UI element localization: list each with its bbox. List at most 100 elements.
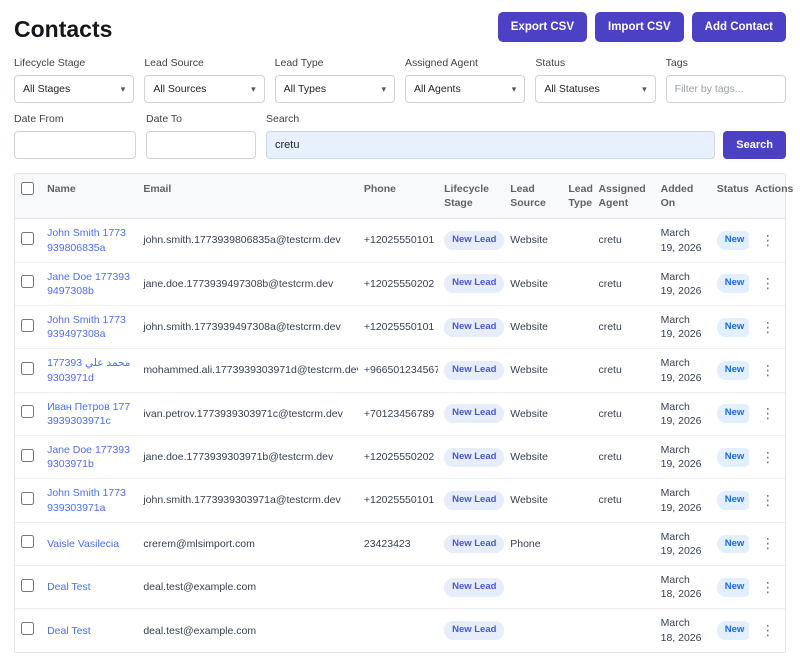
contact-name-link[interactable]: Jane Doe 1773939303971b [47, 443, 131, 471]
lifecycle-badge: New Lead [444, 274, 505, 294]
row-actions-button[interactable]: ⋮ [755, 489, 781, 512]
email-cell: deal.test@example.com [143, 624, 257, 637]
lifecycle-stage-value: All Stages [23, 83, 71, 95]
lead-type-label: Lead Type [274, 57, 324, 69]
import-csv-button[interactable]: Import CSV [595, 12, 684, 42]
lead-type-cell [562, 435, 593, 480]
row-checkbox[interactable] [21, 231, 34, 245]
lead-type-cell [562, 262, 593, 307]
status-select[interactable]: All Statuses ▾ [535, 75, 656, 103]
lead-source-select[interactable]: All Sources ▾ [144, 75, 265, 103]
row-checkbox[interactable] [21, 578, 34, 592]
lead-source-cell: Website [504, 348, 563, 393]
row-actions-button[interactable]: ⋮ [755, 532, 781, 555]
lead-type-cell [562, 522, 593, 567]
contact-name-link[interactable]: Vaisle Vasilecia [47, 537, 131, 551]
contact-name-link[interactable]: John Smith 1773939497308a [47, 313, 131, 341]
table-row: John Smith 1773939806835a john.smith.177… [15, 218, 785, 263]
phone-cell: +12025550101 [357, 218, 439, 263]
status-badge: New [716, 404, 749, 424]
row-checkbox[interactable] [21, 448, 34, 462]
lifecycle-stage-select[interactable]: All Stages ▾ [14, 75, 135, 103]
agent-cell: cretu [592, 218, 655, 263]
row-checkbox[interactable] [21, 405, 34, 419]
row-checkbox[interactable] [21, 361, 34, 375]
contact-name-link[interactable]: John Smith 1773939806835a [47, 226, 131, 254]
lifecycle-badge: New Lead [444, 404, 505, 424]
row-actions-button[interactable]: ⋮ [755, 316, 781, 339]
lead-source-cell: Website [504, 218, 563, 263]
lifecycle-badge: New Lead [444, 317, 505, 337]
date-to-input[interactable] [146, 131, 256, 159]
agent-cell: cretu [592, 305, 655, 350]
lead-source-cell: Website [504, 478, 563, 523]
phone-cell: 23423423 [357, 522, 439, 567]
date-from-input[interactable] [14, 131, 136, 159]
row-actions-button[interactable]: ⋮ [755, 402, 781, 425]
row-checkbox[interactable] [21, 275, 34, 289]
added-on-cell: March 18, 2026 [654, 565, 711, 610]
lifecycle-badge: New Lead [444, 361, 505, 380]
tags-input[interactable] [665, 75, 786, 103]
lead-source-value: All Sources [153, 83, 207, 95]
search-button[interactable]: Search [723, 131, 786, 159]
contact-name-link[interactable]: Deal Test [47, 580, 131, 594]
lifecycle-badge: New Lead [444, 491, 505, 510]
table-row: John Smith 1773939497308a john.smith.177… [15, 305, 785, 350]
status-badge: New [716, 534, 749, 554]
header-status: Status [710, 174, 749, 220]
row-actions-button[interactable]: ⋮ [755, 446, 781, 469]
phone-cell: +966501234567 [357, 348, 439, 393]
table-header-row: Name Email Phone Lifecycle Stage Lead So… [15, 174, 793, 220]
row-checkbox[interactable] [21, 622, 34, 636]
row-actions-button[interactable]: ⋮ [755, 359, 781, 382]
status-badge: New [716, 621, 749, 641]
contact-name-link[interactable]: Иван Петров 1773939303971c [47, 400, 131, 428]
header-buttons: Export CSV Import CSV Add Contact [497, 12, 786, 42]
email-cell: john.smith.1773939497308a@testcrm.dev [137, 305, 358, 350]
contact-name-link[interactable]: Jane Doe 1773939497308b [47, 270, 131, 298]
row-checkbox[interactable] [21, 535, 34, 549]
lifecycle-badge: New Lead [444, 577, 505, 597]
status-badge: New [716, 231, 749, 250]
lead-type-select[interactable]: All Types ▾ [274, 75, 395, 103]
status-badge: New [716, 317, 749, 337]
table-row: Vaisle Vasilecia crerem@mlsimport.com 23… [15, 522, 785, 567]
assigned-agent-select[interactable]: All Agents ▾ [405, 75, 526, 103]
add-contact-button[interactable]: Add Contact [691, 12, 786, 42]
header-lifecycle-stage: Lifecycle Stage [438, 174, 505, 220]
row-actions-button[interactable]: ⋮ [755, 619, 781, 642]
chevron-down-icon: ▾ [642, 83, 647, 94]
lead-type-cell [562, 609, 592, 652]
phone-cell: +12025550101 [357, 305, 439, 350]
select-all-checkbox[interactable] [21, 182, 34, 195]
lifecycle-badge: New Lead [444, 621, 505, 641]
agent-cell: cretu [592, 348, 655, 393]
added-on-cell: March 19, 2026 [654, 305, 711, 350]
contacts-table: Name Email Phone Lifecycle Stage Lead So… [14, 173, 793, 653]
search-input[interactable] [266, 131, 716, 159]
row-actions-button[interactable]: ⋮ [755, 576, 781, 599]
row-checkbox[interactable] [21, 318, 34, 332]
status-badge: New [716, 361, 749, 380]
contact-name-link[interactable]: Deal Test [47, 624, 131, 638]
contact-name-link[interactable]: John Smith 1773939303971a [47, 486, 131, 514]
header-email: Email [137, 174, 358, 220]
filter-lead-type: Lead Type All Types ▾ [274, 57, 395, 103]
email-cell: crerem@mlsimport.com [137, 522, 358, 567]
contacts-tbody: John Smith 1773939806835a john.smith.177… [15, 218, 785, 652]
status-badge: New [716, 491, 749, 510]
filters-panel: Lifecycle Stage All Stages ▾ Lead Source… [14, 57, 786, 159]
phone-cell: +70123456789 [357, 392, 439, 437]
contact-name-link[interactable]: محمد علي 1773939303971d [47, 356, 131, 384]
lead-source-cell [504, 565, 563, 610]
lead-type-cell [562, 478, 593, 523]
export-csv-button[interactable]: Export CSV [497, 12, 588, 42]
assigned-agent-value: All Agents [414, 83, 461, 95]
agent-cell [592, 522, 655, 567]
row-checkbox[interactable] [21, 491, 34, 505]
row-actions-button[interactable]: ⋮ [755, 272, 781, 295]
table-row: محمد علي 1773939303971d mohammed.ali.177… [15, 348, 785, 393]
table-row: Deal Test deal.test@example.com New Lead… [15, 565, 785, 610]
row-actions-button[interactable]: ⋮ [755, 229, 781, 252]
